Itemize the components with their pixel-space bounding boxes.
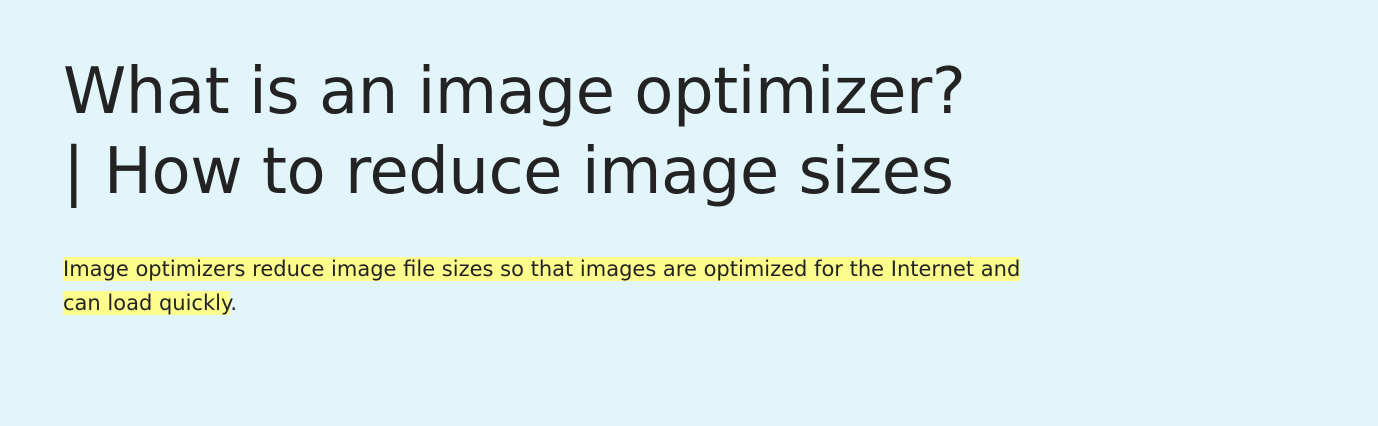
summary-period: . — [230, 291, 238, 315]
article-summary: Image optimizers reduce image file sizes… — [63, 252, 1043, 320]
page-title-line-1: What is an image optimizer? — [63, 55, 966, 129]
summary-highlight: Image optimizers reduce image file sizes… — [63, 257, 1021, 315]
page-title-line-2: | How to reduce image sizes — [63, 135, 954, 209]
page-title: What is an image optimizer? | How to red… — [63, 52, 1063, 212]
article-hero: What is an image optimizer? | How to red… — [0, 0, 1378, 426]
